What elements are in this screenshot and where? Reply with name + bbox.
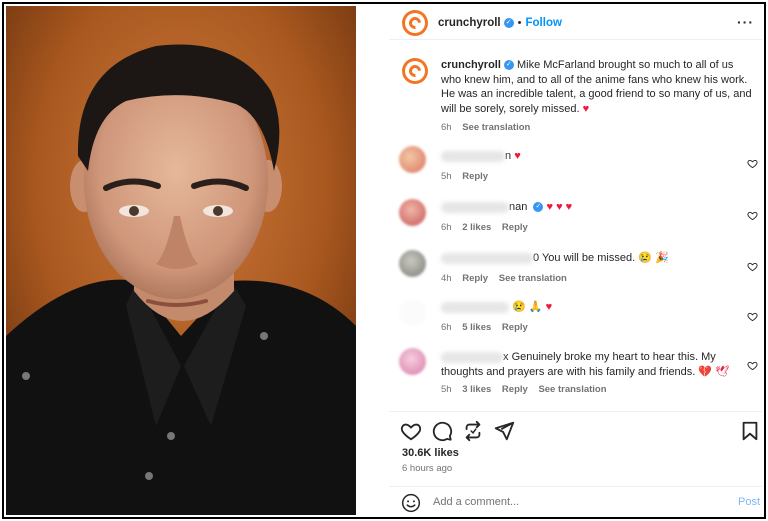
reply-button[interactable]: Reply — [462, 171, 488, 182]
comment-bubble-icon[interactable] — [431, 420, 453, 442]
author-avatar[interactable] — [402, 9, 428, 36]
comment-body: 😢 🙏 ♥ 6h 5 likes Reply — [441, 300, 731, 335]
emoji-smiley-icon[interactable] — [401, 493, 421, 513]
comment-body: 0 You will be missed. 😢 🎉 4h Reply See t… — [441, 251, 731, 286]
commenter-name-blurred[interactable] — [441, 301, 509, 313]
comment-emoji: ♥ — [514, 150, 521, 162]
post-action-bar — [389, 411, 762, 442]
comment-time: 5h — [441, 170, 452, 182]
see-translation-button[interactable]: See translation — [538, 384, 606, 395]
reply-button[interactable]: Reply — [502, 322, 528, 333]
caption-avatar[interactable] — [402, 58, 428, 84]
reply-button[interactable]: Reply — [502, 384, 528, 395]
verified-badge-icon: ✓ — [503, 60, 514, 71]
commenter-name-tail: nan — [509, 201, 528, 213]
share-send-icon[interactable] — [493, 420, 515, 442]
commenter-name-blurred[interactable] — [441, 351, 503, 363]
comment-likes[interactable]: 3 likes — [462, 384, 491, 395]
comment-input[interactable]: Add a comment... — [433, 496, 519, 508]
commenter-avatar[interactable] — [399, 146, 426, 173]
post-photo[interactable] — [6, 6, 356, 515]
caption-heart-emoji: ♥ — [582, 102, 590, 115]
caption-see-translation[interactable]: See translation — [462, 122, 530, 133]
comment-time: 5h — [441, 384, 452, 395]
commenter-name-tail: x — [503, 351, 509, 363]
comment-text: You will be missed. — [541, 252, 636, 264]
portrait-image — [6, 6, 356, 515]
repost-icon[interactable] — [462, 420, 484, 442]
commenter-name-blurred[interactable] — [441, 150, 505, 162]
post-timestamp: 6 hours ago — [402, 463, 453, 474]
like-comment-heart-icon[interactable] — [747, 311, 758, 322]
commenter-name-tail: 0 — [533, 252, 540, 264]
comment-meta: 4h Reply See translation — [441, 272, 731, 287]
follow-button[interactable]: Follow — [526, 17, 562, 29]
caption-username[interactable]: crunchyroll — [441, 59, 501, 71]
comment-body: nan ✓ ♥ ♥ ♥ 6h 2 likes Reply — [441, 200, 731, 235]
crunchyroll-logo-icon — [406, 62, 424, 80]
post-header: crunchyroll ✓ • Follow ··· — [389, 6, 762, 40]
reply-button[interactable]: Reply — [462, 273, 488, 284]
comment-time: 4h — [441, 272, 452, 284]
comment-emoji: 😢 🙏 ♥ — [512, 301, 553, 313]
author-username[interactable]: crunchyroll — [438, 17, 501, 29]
comment-composer: Add a comment... Post — [389, 486, 762, 515]
like-heart-icon[interactable] — [400, 420, 422, 442]
comment-emoji: ♥ ♥ ♥ — [546, 201, 573, 213]
like-comment-heart-icon[interactable] — [747, 360, 758, 371]
post-comment-button[interactable]: Post — [738, 496, 760, 508]
reply-button[interactable]: Reply — [502, 222, 528, 233]
commenter-avatar[interactable] — [399, 199, 426, 226]
commenter-name-tail: n — [505, 150, 512, 162]
like-comment-heart-icon[interactable] — [747, 210, 758, 221]
comment-body: n ♥ 5h Reply — [441, 149, 731, 184]
comment-likes[interactable]: 5 likes — [462, 322, 491, 333]
comment-body: x Genuinely broke my heart to hear this.… — [441, 350, 731, 398]
like-comment-heart-icon[interactable] — [747, 261, 758, 272]
comment-time: 6h — [441, 221, 452, 233]
like-comment-heart-icon[interactable] — [747, 158, 758, 169]
see-translation-button[interactable]: See translation — [499, 273, 567, 284]
commenter-avatar[interactable] — [399, 250, 426, 277]
likes-count[interactable]: 30.6K likes — [402, 447, 459, 459]
comment-meta: 5h Reply — [441, 170, 731, 185]
post-panel: crunchyroll ✓ • Follow ··· crunchyroll ✓ … — [389, 6, 762, 515]
verified-badge-icon: ✓ — [533, 202, 544, 213]
save-bookmark-icon[interactable] — [739, 420, 761, 442]
caption-meta: 6h See translation — [441, 121, 756, 136]
comment-meta: 6h 5 likes Reply — [441, 321, 731, 336]
commenter-name-blurred[interactable] — [441, 252, 533, 264]
comment-meta: 6h 2 likes Reply — [441, 221, 731, 236]
commenter-name-blurred[interactable] — [441, 201, 509, 213]
crunchyroll-logo-icon — [406, 14, 424, 31]
caption-time: 6h — [441, 122, 452, 133]
comment-likes[interactable]: 2 likes — [462, 222, 491, 233]
comment-emoji: 💔 🕊 — [698, 365, 730, 378]
comment-time: 6h — [441, 321, 452, 333]
comment-emoji: 😢 🎉 — [638, 252, 669, 264]
verified-badge-icon: ✓ — [503, 17, 514, 28]
separator-dot: • — [517, 16, 522, 29]
commenter-avatar[interactable] — [399, 348, 426, 375]
caption-text-block: crunchyroll ✓ Mike McFarland brought so m… — [441, 58, 756, 136]
comment-meta: 5h 3 likes Reply See translation — [441, 383, 731, 398]
more-options-icon[interactable]: ··· — [737, 14, 754, 30]
commenter-avatar[interactable] — [399, 299, 426, 326]
